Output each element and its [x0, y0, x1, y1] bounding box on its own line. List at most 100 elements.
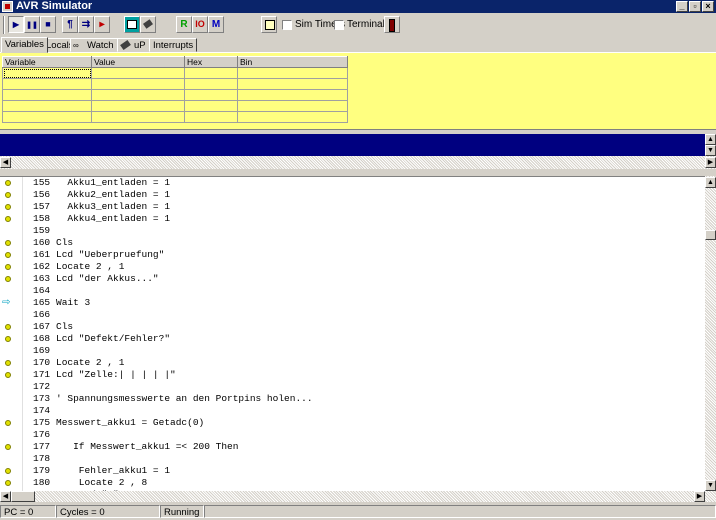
tab-up[interactable]: uP [117, 38, 150, 52]
code-line[interactable]: 178 [0, 453, 705, 465]
code-line[interactable]: 161 Lcd "Ueberpruefung" [0, 249, 705, 261]
code-line[interactable]: 168 Lcd "Defekt/Fehler?" [0, 333, 705, 345]
executable-line-marker-icon[interactable] [5, 180, 11, 186]
table-row[interactable] [2, 100, 348, 112]
executable-line-marker-icon[interactable] [5, 480, 11, 486]
column-bin[interactable]: Bin [237, 56, 348, 68]
table-cell[interactable] [184, 67, 238, 79]
output-vertical-scrollbar[interactable]: ▲ ▼ [705, 134, 716, 156]
code-line[interactable]: 179 Fehler_akku1 = 1 [0, 465, 705, 477]
code-line[interactable]: 166 [0, 309, 705, 321]
tab-interrupts[interactable]: Interrupts [149, 38, 198, 52]
code-line[interactable]: 180 Locate 2 , 8 [0, 477, 705, 489]
table-cell[interactable] [91, 100, 185, 112]
table-cell[interactable] [237, 111, 348, 123]
code-line[interactable]: 177 If Messwert_akku1 =< 200 Then [0, 441, 705, 453]
executable-line-marker-icon[interactable] [5, 252, 11, 258]
code-line[interactable]: 174 [0, 405, 705, 417]
code-line[interactable]: 155 Akku1_entladen = 1 [0, 177, 705, 189]
code-line[interactable]: 167 Cls [0, 321, 705, 333]
minimize-button[interactable]: _ [676, 1, 688, 12]
code-line[interactable]: 172 [0, 381, 705, 393]
column-value[interactable]: Value [91, 56, 185, 68]
editor-vertical-scrollbar[interactable]: ▲ ▼ [705, 176, 716, 491]
executable-line-marker-icon[interactable] [5, 468, 11, 474]
executable-line-marker-icon[interactable] [5, 192, 11, 198]
scroll-up-icon[interactable]: ▲ [705, 134, 716, 145]
scroll-thumb[interactable] [11, 491, 35, 502]
terminal-device-button[interactable] [384, 16, 400, 33]
executable-line-marker-icon[interactable] [5, 204, 11, 210]
table-cell[interactable] [184, 89, 238, 101]
sim-timers-checkbox[interactable] [282, 20, 292, 30]
hardware-button[interactable] [140, 16, 156, 33]
scroll-thumb[interactable] [705, 230, 716, 240]
table-row[interactable] [2, 78, 348, 90]
executable-line-marker-icon[interactable] [5, 420, 11, 426]
run-button[interactable]: ▶ [8, 16, 24, 33]
step-into-button[interactable]: ¶ [62, 16, 78, 33]
scroll-down-icon[interactable]: ▼ [705, 480, 716, 491]
executable-line-marker-icon[interactable] [5, 324, 11, 330]
io-button[interactable]: IO [192, 16, 208, 33]
table-cell[interactable] [2, 67, 92, 79]
code-editor[interactable]: 155 Akku1_entladen = 1 156 Akku2_entladen… [0, 176, 705, 491]
executable-line-marker-icon[interactable] [5, 372, 11, 378]
code-line[interactable]: 162 Locate 2 , 1 [0, 261, 705, 273]
registers-button[interactable]: R [176, 16, 192, 33]
stop-button[interactable]: ■ [40, 16, 56, 33]
code-line[interactable]: 156 Akku2_entladen = 1 [0, 189, 705, 201]
code-line[interactable]: 164 [0, 285, 705, 297]
column-hex[interactable]: Hex [184, 56, 238, 68]
table-cell[interactable] [2, 111, 92, 123]
code-line[interactable]: 163 Lcd "der Akkus..." [0, 273, 705, 285]
scroll-right-icon[interactable]: ▶ [705, 157, 716, 168]
table-cell[interactable] [237, 67, 348, 79]
table-cell[interactable] [2, 78, 92, 90]
code-line[interactable]: 157 Akku3_entladen = 1 [0, 201, 705, 213]
table-cell[interactable] [237, 100, 348, 112]
editor-horizontal-scrollbar[interactable]: ◀ ▶ [0, 491, 716, 502]
step-over-button[interactable]: ⇉ [78, 16, 94, 33]
table-cell[interactable] [2, 100, 92, 112]
table-cell[interactable] [91, 78, 185, 90]
code-line[interactable]: 171 Lcd "Zelle:| | | | |" [0, 369, 705, 381]
table-cell[interactable] [91, 89, 185, 101]
table-cell[interactable] [184, 111, 238, 123]
code-line[interactable]: 170 Locate 2 , 1 [0, 357, 705, 369]
table-cell[interactable] [237, 89, 348, 101]
executable-line-marker-icon[interactable] [5, 336, 11, 342]
executable-line-marker-icon[interactable] [5, 444, 11, 450]
table-cell[interactable] [91, 111, 185, 123]
scroll-left-icon[interactable]: ◀ [0, 491, 11, 502]
executable-line-marker-icon[interactable] [5, 264, 11, 270]
code-line[interactable]: 173 ' Spannungsmesswerte an den Portpins … [0, 393, 705, 405]
code-line[interactable]: ⇨ 165 Wait 3 [0, 297, 705, 309]
terminal-checkbox[interactable] [334, 20, 344, 30]
code-line[interactable]: 169 [0, 345, 705, 357]
code-line[interactable]: 158 Akku4_entladen = 1 [0, 213, 705, 225]
executable-line-marker-icon[interactable] [5, 240, 11, 246]
code-line[interactable]: 175 Messwert_akku1 = Getadc(0) [0, 417, 705, 429]
code-line[interactable]: 159 [0, 225, 705, 237]
maximize-button[interactable]: ▫ [689, 1, 701, 12]
lcd-button[interactable] [124, 16, 140, 33]
executable-line-marker-icon[interactable] [5, 216, 11, 222]
refresh-button[interactable] [261, 16, 277, 33]
scroll-down-icon[interactable]: ▼ [705, 145, 716, 156]
table-row[interactable] [2, 111, 348, 123]
output-horizontal-scrollbar[interactable]: ◀ ▶ [0, 156, 716, 169]
scroll-left-icon[interactable]: ◀ [0, 157, 11, 168]
code-line[interactable]: 176 [0, 429, 705, 441]
memory-button[interactable]: M [208, 16, 224, 33]
pause-button[interactable]: ❚❚ [24, 16, 40, 33]
table-cell[interactable] [2, 89, 92, 101]
table-cell[interactable] [184, 100, 238, 112]
table-cell[interactable] [91, 67, 185, 79]
table-row[interactable] [2, 89, 348, 101]
table-row[interactable] [2, 67, 348, 79]
executable-line-marker-icon[interactable] [5, 276, 11, 282]
close-button[interactable]: × [702, 1, 714, 12]
table-cell[interactable] [184, 78, 238, 90]
tab-variables[interactable]: Variables [1, 37, 48, 53]
